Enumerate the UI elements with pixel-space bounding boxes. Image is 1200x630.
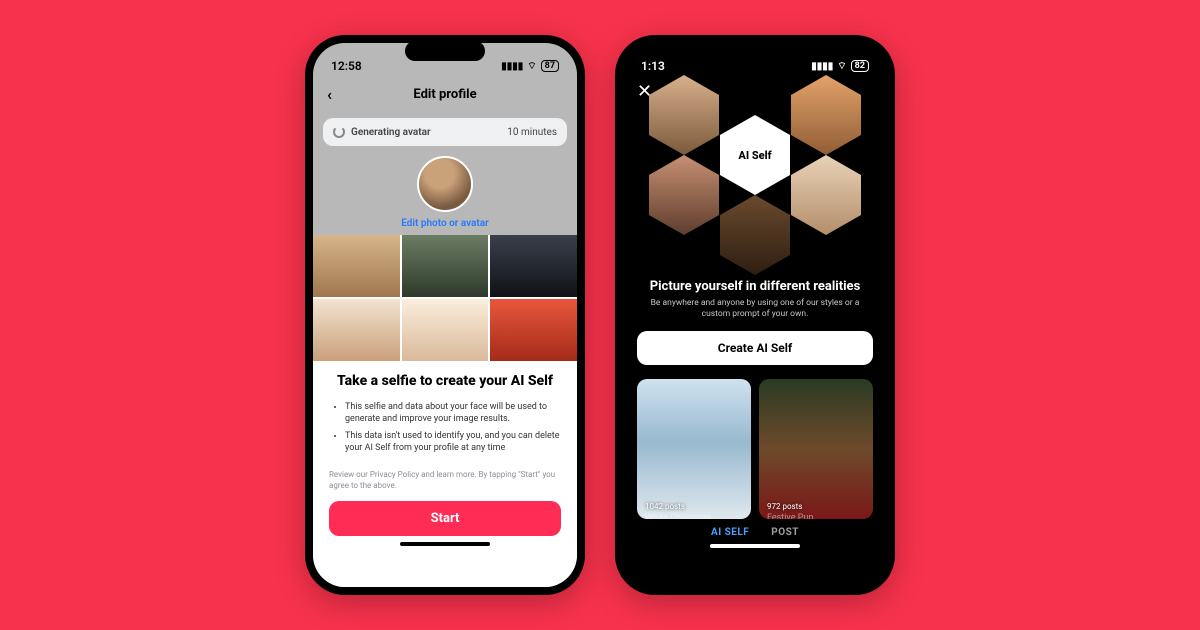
hero-subtext: Be anywhere and anyone by using one of o… [647,298,863,321]
hex-portrait [720,195,790,275]
post-count: 1042 posts [645,502,685,511]
notch [715,41,795,61]
card-title: Festive Pup [767,513,813,519]
bullet-list: This selfie and data about your face wil… [329,401,561,459]
signal-icon: ▮▮▮▮ [811,61,833,72]
hex-portrait [649,155,719,235]
bullet-item: This data isn't used to identify you, an… [345,430,561,455]
bullet-item: This selfie and data about your face wil… [345,401,561,426]
style-card[interactable]: 1042 posts White Christmas [637,379,751,519]
style-tile[interactable] [402,235,489,297]
generating-banner: Generating avatar 10 minutes [323,118,567,146]
avatar[interactable] [417,156,473,212]
signal-icon: ▮▮▮▮ [501,61,523,72]
status-time: 1:13 [641,59,665,73]
home-indicator[interactable] [400,542,490,546]
style-tile[interactable] [313,299,400,361]
tab-post[interactable]: POST [771,527,799,538]
phone-right: 1:13 ▮▮▮▮ ⌔ 82 ✕ AI Self [615,35,895,595]
hex-collage: AI Self [623,85,887,273]
tab-ai-self[interactable]: AI SELF [711,527,749,538]
style-grid [313,235,577,361]
style-tile[interactable] [490,235,577,297]
battery-indicator: 82 [851,60,869,72]
post-count: 972 posts [767,502,802,511]
back-button[interactable]: ‹ [327,85,332,104]
hex-portrait [649,75,719,155]
wifi-icon: ⌔ [837,60,846,73]
battery-indicator: 87 [541,60,559,72]
style-tile[interactable] [490,299,577,361]
sheet-heading: Take a selfie to create your AI Self [329,373,561,391]
hex-portrait [791,155,861,235]
home-indicator[interactable] [710,544,800,548]
page-title: Edit profile [413,87,476,102]
style-tile[interactable] [402,299,489,361]
edit-photo-link[interactable]: Edit photo or avatar [313,218,577,229]
start-button[interactable]: Start [329,501,561,536]
notch [405,41,485,61]
banner-label: Generating avatar [351,127,431,138]
hero-heading: Picture yourself in different realities [637,279,873,294]
card-title: White Christmas [645,513,711,519]
policy-text: Review our Privacy Policy and learn more… [329,469,561,491]
bottom-tabs: AI SELF POST [623,527,887,538]
phone-left: 12:58 ▮▮▮▮ ⌔ 87 ‹ Edit profile [305,35,585,595]
spinner-icon [333,126,345,138]
banner-eta: 10 minutes [507,127,557,138]
hex-portrait [791,75,861,155]
wifi-icon: ⌔ [527,60,536,73]
ai-self-logo: AI Self [720,115,790,195]
style-card[interactable]: 972 posts Festive Pup [759,379,873,519]
create-ai-self-button[interactable]: Create AI Self [637,331,873,365]
style-tile[interactable] [313,235,400,297]
status-time: 12:58 [331,59,362,73]
